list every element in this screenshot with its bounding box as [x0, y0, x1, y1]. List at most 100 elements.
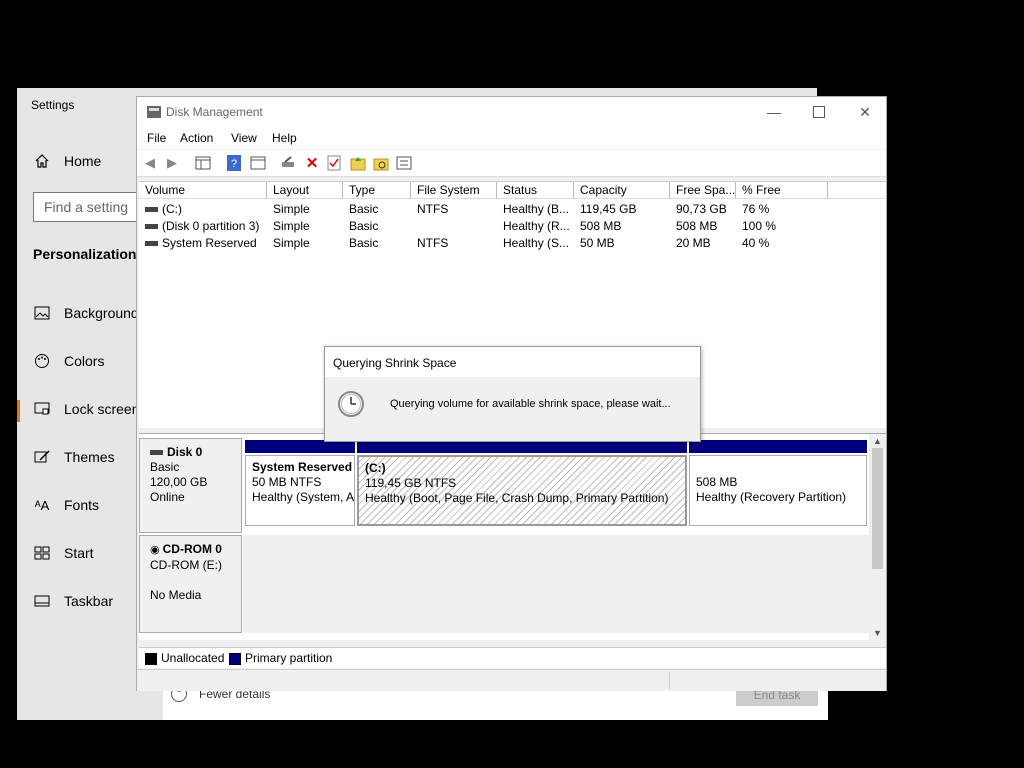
- font-icon: ᴬA: [34, 497, 50, 513]
- cdrom0-media: No Media: [150, 588, 202, 602]
- nav-label: Fonts: [64, 497, 100, 513]
- disk0-info[interactable]: Disk 0 Basic 120,00 GB Online: [139, 438, 242, 533]
- home-icon: [33, 152, 51, 170]
- folder-search-icon[interactable]: [372, 154, 390, 172]
- minimize-icon: —: [767, 104, 781, 120]
- partition-body: System Reserved 50 MB NTFS Healthy (Syst…: [245, 455, 355, 526]
- nav-fonts[interactable]: ᴬA Fonts: [33, 493, 99, 517]
- help-icon[interactable]: ?: [225, 154, 243, 172]
- volume-icon: [145, 224, 158, 230]
- free-space-cell: 20 MB: [676, 236, 711, 250]
- menu-bar: File Action View Help: [137, 127, 886, 149]
- querying-shrink-dialog: Querying Shrink Space Querying volume fo…: [324, 346, 701, 442]
- nav-label: Themes: [64, 449, 115, 465]
- cdrom0-info[interactable]: ◉ CD-ROM 0 CD-ROM (E:) No Media: [139, 535, 242, 633]
- forward-arrow-icon[interactable]: ▶: [163, 154, 181, 172]
- nav-home[interactable]: Home: [33, 149, 101, 173]
- partition-status: Healthy (System, A: [252, 490, 355, 504]
- settings-search-input[interactable]: Find a setting: [33, 192, 151, 222]
- cdrom0-empty-area: [243, 535, 869, 633]
- column-header-type[interactable]: Type: [343, 182, 411, 199]
- scroll-down-icon[interactable]: ▼: [873, 628, 882, 638]
- nav-colors[interactable]: Colors: [33, 349, 104, 373]
- nav-label: Start: [64, 545, 94, 561]
- volume-icon: [145, 207, 158, 213]
- disk-management-icon: [147, 106, 161, 118]
- partition-size: 508 MB: [696, 475, 738, 489]
- type-cell: Basic: [349, 219, 379, 233]
- type-cell: Basic: [349, 202, 379, 216]
- nav-start[interactable]: Start: [33, 541, 94, 565]
- cdrom-icon: ◉: [150, 544, 160, 556]
- primary-swatch: [229, 652, 241, 665]
- free-space-cell: 90,73 GB: [676, 202, 727, 216]
- nav-label: Colors: [64, 353, 105, 369]
- delete-icon[interactable]: ✕: [303, 154, 321, 172]
- menu-help[interactable]: Help: [272, 131, 297, 145]
- nav-background[interactable]: Background: [33, 301, 139, 325]
- nav-lock-screen[interactable]: Lock screen: [33, 397, 139, 421]
- start-icon: [33, 544, 51, 562]
- menu-action[interactable]: Action: [180, 131, 213, 145]
- scrollbar-thumb[interactable]: [872, 448, 883, 569]
- taskbar-icon: [33, 592, 51, 610]
- cdrom0-name: CD-ROM 0: [162, 542, 222, 556]
- volume-name: (C:): [162, 202, 182, 216]
- partition-system-reserved[interactable]: System Reserved 50 MB NTFS Healthy (Syst…: [245, 440, 355, 526]
- disk0-name-row: Disk 0: [150, 445, 231, 460]
- layout-cell: Simple: [273, 236, 310, 250]
- partition-title: [696, 460, 860, 475]
- disk0-size: 120,00 GB: [150, 475, 208, 489]
- palette-icon: [33, 352, 51, 370]
- layout-cell: Simple: [273, 202, 310, 216]
- scroll-up-icon[interactable]: ▲: [873, 436, 882, 446]
- back-arrow-icon[interactable]: ◀: [141, 154, 159, 172]
- type-cell: Basic: [349, 236, 379, 250]
- column-header-free-space[interactable]: Free Spa...: [670, 182, 736, 199]
- column-header-percent-free[interactable]: % Free: [736, 182, 828, 199]
- column-header-status[interactable]: Status: [497, 182, 574, 199]
- column-header-capacity[interactable]: Capacity: [574, 182, 670, 199]
- legend-unallocated-label: Unallocated: [161, 651, 225, 665]
- vertical-scrollbar[interactable]: ▲ ▼: [869, 434, 886, 640]
- partition-title: (C:): [365, 461, 386, 475]
- column-header-volume[interactable]: Volume: [139, 182, 267, 199]
- status-cell: Healthy (B...: [503, 202, 570, 216]
- volume-cell: (C:): [139, 201, 267, 218]
- close-button[interactable]: ✕: [842, 97, 888, 127]
- column-header-file-system[interactable]: File System: [411, 182, 497, 199]
- percent-free-cell: 100 %: [742, 219, 777, 233]
- maximize-button[interactable]: [796, 97, 842, 127]
- nav-home-label: Home: [64, 153, 102, 169]
- minimize-button[interactable]: —: [751, 97, 797, 127]
- section-heading: Personalization: [33, 246, 137, 262]
- show-hide-console-icon[interactable]: [194, 154, 212, 172]
- volume-name: System Reserved: [162, 236, 257, 250]
- capacity-cell: 508 MB: [580, 219, 622, 233]
- folder-up-icon[interactable]: [349, 154, 367, 172]
- status-divider: [669, 672, 670, 689]
- menu-file[interactable]: File: [147, 131, 166, 145]
- nav-label: Lock screen: [64, 401, 140, 417]
- legend-unallocated: Unallocated: [145, 651, 224, 665]
- menu-view[interactable]: View: [231, 131, 257, 145]
- partition-bar: [689, 440, 867, 453]
- check-icon[interactable]: [325, 154, 343, 172]
- legend: Unallocated Primary partition: [139, 647, 886, 668]
- svg-text:?: ?: [231, 158, 237, 170]
- clock-icon: [338, 391, 364, 417]
- column-header-layout[interactable]: Layout: [267, 182, 343, 199]
- settings-list-icon[interactable]: [395, 154, 413, 172]
- disk0-status: Online: [150, 490, 185, 504]
- partition-recovery[interactable]: 508 MB Healthy (Recovery Partition): [689, 440, 867, 526]
- volume-cell: (Disk 0 partition 3): [139, 218, 267, 235]
- nav-taskbar[interactable]: Taskbar: [33, 589, 113, 613]
- properties-icon[interactable]: [249, 154, 267, 172]
- volume-icon: [145, 241, 158, 247]
- brush-icon: [33, 448, 51, 466]
- connect-drive-icon[interactable]: [279, 154, 297, 172]
- partition-size: 119,45 GB NTFS: [365, 476, 457, 490]
- nav-themes[interactable]: Themes: [33, 445, 115, 469]
- partition-c[interactable]: (C:) 119,45 GB NTFS Healthy (Boot, Page …: [357, 440, 687, 526]
